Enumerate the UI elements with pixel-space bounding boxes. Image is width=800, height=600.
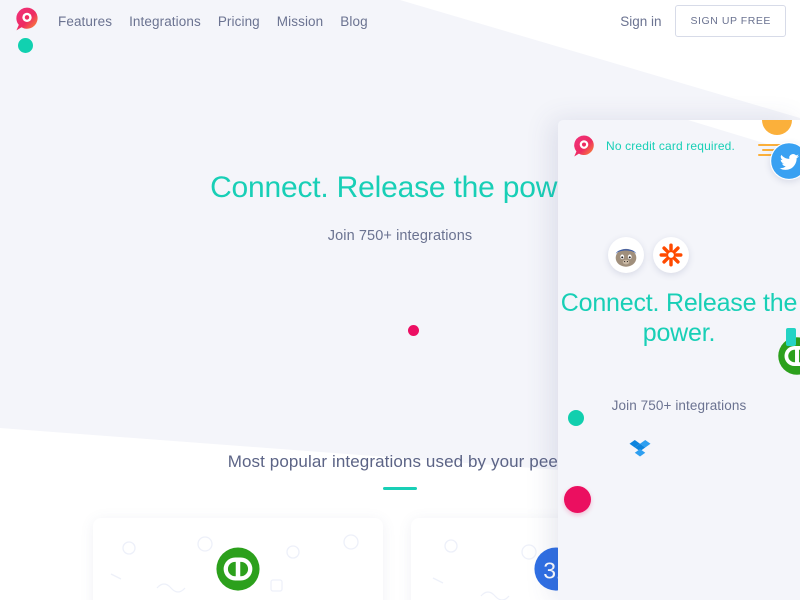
page-root: Features Integrations Pricing Mission Bl…	[0, 0, 800, 600]
integration-card-quickbooks[interactable]: Quickbooks	[93, 518, 383, 600]
overlay-title: Connect. Release the power.	[560, 289, 798, 347]
no-credit-card-text: No credit card required.	[606, 139, 735, 153]
section-underline	[383, 487, 417, 490]
mailchimp-icon[interactable]	[608, 237, 644, 273]
nav-item-blog[interactable]: Blog	[340, 14, 367, 29]
logo[interactable]	[14, 6, 44, 53]
nav-item-features[interactable]: Features	[58, 14, 112, 29]
overlay-subtitle: Join 750+ integrations	[611, 398, 747, 413]
logo-teal-dot	[18, 38, 33, 53]
nav-item-mission[interactable]: Mission	[277, 14, 323, 29]
twitter-icon[interactable]	[770, 142, 800, 180]
zapier-icon[interactable]	[653, 237, 689, 273]
rezdy-drop-logo-icon	[574, 135, 594, 157]
main-nav: Features Integrations Pricing Mission Bl…	[58, 14, 368, 29]
sign-in-link[interactable]: Sign in	[620, 14, 661, 29]
decorative-pink-dot	[408, 325, 419, 336]
nav-item-pricing[interactable]: Pricing	[218, 14, 260, 29]
site-header: Features Integrations Pricing Mission Bl…	[0, 0, 800, 53]
quickbooks-icon	[216, 547, 260, 591]
overlay-pink-dot	[564, 486, 591, 513]
sign-up-free-button[interactable]: SIGN UP FREE	[675, 5, 786, 37]
header-actions: Sign in SIGN UP FREE	[620, 5, 786, 37]
dropbox-icon[interactable]	[628, 437, 652, 461]
mobile-preview-overlay[interactable]: No credit card required. Connect. Releas…	[558, 120, 800, 600]
overlay-teal-dot	[568, 410, 584, 426]
overlay-header: No credit card required.	[572, 134, 735, 158]
teal-accent-decoration	[786, 328, 800, 348]
nav-item-integrations[interactable]: Integrations	[129, 14, 201, 29]
rezdy-drop-logo-icon	[16, 7, 38, 31]
